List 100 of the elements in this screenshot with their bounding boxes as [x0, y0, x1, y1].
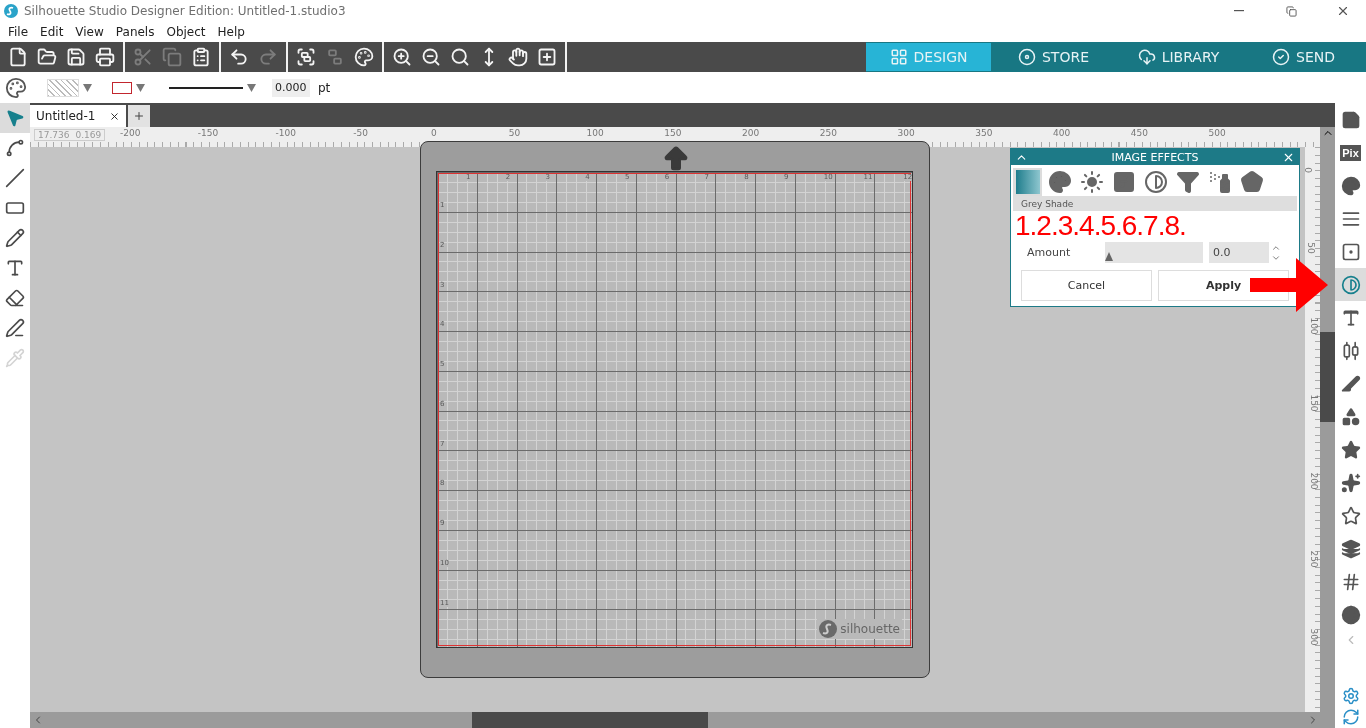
zoom-out-icon — [421, 47, 441, 67]
pointer-icon — [5, 108, 25, 128]
knife-icon — [5, 318, 25, 338]
app-logo-icon — [4, 4, 18, 18]
page-icon — [1340, 109, 1361, 130]
unit-label: pt — [318, 80, 331, 95]
menu-item[interactable]: Edit — [34, 25, 70, 39]
contrast-icon — [1340, 274, 1361, 295]
paste-icon — [191, 47, 211, 67]
palette-icon — [1340, 175, 1361, 196]
brand-name: silhouette — [840, 622, 900, 636]
palette-icon — [354, 47, 374, 67]
panel-title: IMAGE EFFECTS — [1110, 150, 1200, 164]
caret-icon[interactable] — [136, 83, 145, 92]
cloud-download-icon — [1137, 48, 1156, 66]
annotation-numbers: 1.2.3.4.5.6.7.8. — [1015, 212, 1186, 240]
window-title: Silhouette Studio Designer Edition: Untitled-1.studio3 — [24, 4, 347, 18]
menu-item[interactable]: View — [69, 25, 110, 39]
amount-label: Amount — [1027, 246, 1072, 259]
contrast-icon — [1143, 170, 1168, 194]
ruler-label: 450 — [1130, 128, 1148, 138]
palette-icon — [1047, 170, 1072, 194]
slider-thumb[interactable] — [1105, 252, 1113, 261]
grid-icon — [889, 48, 908, 66]
print-icon — [95, 47, 115, 67]
ruler-label: 250 — [819, 128, 837, 138]
eraser-icon — [5, 288, 25, 308]
ruler-label: 0 — [431, 128, 437, 138]
ruler-label: 150 — [1308, 394, 1319, 412]
coordinate-value: 17.736 — [38, 130, 70, 140]
plus-icon — [133, 110, 146, 122]
contrast-panel-button[interactable] — [1335, 268, 1366, 301]
ruler-label: 350 — [975, 128, 993, 138]
ruler-label: -150 — [197, 128, 219, 138]
menu-item[interactable]: File — [2, 25, 35, 39]
ruler-label: 500 — [1208, 128, 1226, 138]
scrollbar-thumb[interactable] — [1320, 332, 1335, 422]
line-icon — [5, 168, 25, 188]
ruler-label: 100 — [1308, 316, 1319, 335]
ungroup-icon — [325, 47, 345, 67]
layers-icon — [1340, 538, 1361, 559]
brand-logo-icon — [819, 620, 838, 638]
caret-icon[interactable] — [83, 83, 92, 92]
settings-icon[interactable] — [1341, 687, 1360, 705]
effect-name: Grey Shade — [1021, 198, 1074, 209]
ruler-label: 150 — [664, 128, 682, 138]
star-icon — [1340, 505, 1361, 526]
amount-slider[interactable] — [1105, 242, 1203, 263]
ruler-label: 300 — [897, 128, 915, 138]
zoom-select-icon — [450, 47, 470, 67]
palette-icon[interactable] — [5, 76, 27, 99]
group-icon — [296, 47, 316, 67]
close-icon — [1336, 4, 1350, 18]
ruler-label: 100 — [586, 128, 604, 138]
amount-field[interactable]: 0.0 — [1209, 242, 1269, 263]
curve-icon — [5, 138, 25, 158]
ruler-label: 50 — [1305, 242, 1316, 254]
check-circle-icon — [1272, 48, 1290, 66]
ruler-label: 200 — [1308, 472, 1319, 490]
menu-item[interactable]: Help — [211, 25, 251, 39]
ruler-label: -50 — [353, 128, 368, 138]
ruler-label: 300 — [1308, 627, 1319, 646]
scrollbar-thumb[interactable] — [472, 712, 708, 728]
menu-item[interactable]: Panels — [109, 25, 161, 39]
filled-star-icon — [1340, 439, 1361, 460]
stroke-color-swatch[interactable] — [112, 81, 132, 94]
cut-icon — [133, 47, 153, 67]
funnel-icon — [1175, 170, 1200, 194]
hand-icon — [508, 47, 528, 67]
gradient-square-icon — [1015, 170, 1040, 194]
redo-icon — [258, 47, 278, 67]
panel-button[interactable]: Cancel — [1021, 270, 1152, 301]
document-tab[interactable]: Untitled-1 — [30, 105, 127, 127]
copy-icon — [162, 47, 182, 67]
zoom-in-icon — [392, 47, 412, 67]
sun-icon — [1079, 170, 1104, 194]
ruler-label: 400 — [1053, 128, 1071, 138]
restore-icon — [1285, 5, 1297, 17]
disc-icon — [1018, 48, 1036, 66]
add-tab-button[interactable] — [128, 105, 151, 127]
fill-pattern-swatch[interactable] — [47, 78, 79, 97]
text-icon — [5, 258, 25, 278]
shapes-icon — [1340, 406, 1361, 427]
effect-tab[interactable] — [1013, 168, 1042, 196]
fit-icon — [537, 47, 557, 67]
frame-icon — [1340, 241, 1361, 262]
close-icon[interactable] — [109, 110, 121, 122]
caret-icon[interactable] — [247, 83, 256, 92]
pencil-icon — [5, 228, 25, 248]
ruler-label: 50 — [508, 128, 521, 138]
line-width-field[interactable]: 0.000 — [272, 78, 310, 97]
refresh-icon[interactable] — [1341, 708, 1360, 726]
coordinate-value: 0.169 — [75, 130, 102, 140]
save-icon — [66, 47, 86, 67]
new-file-icon — [8, 47, 28, 67]
line-style-sample[interactable] — [169, 86, 243, 89]
ruler-label: 250 — [1308, 550, 1319, 568]
menu-item[interactable]: Object — [160, 25, 212, 39]
ruler-label: -200 — [120, 128, 141, 138]
spray-can-icon — [1207, 170, 1232, 194]
